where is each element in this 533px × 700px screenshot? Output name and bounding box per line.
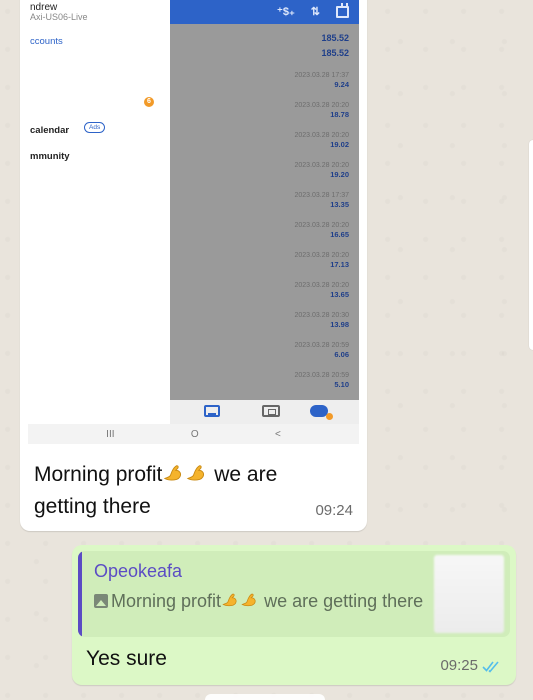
reply-text: Yes sure xyxy=(86,647,167,670)
trade-profit: 9.24 xyxy=(334,80,349,89)
scrollbar-edge xyxy=(529,140,533,350)
sort-icon: ⇅ xyxy=(310,5,320,18)
photo-icon xyxy=(94,594,108,608)
list-item: 2023.03.28 20:20 13.65 xyxy=(229,282,350,299)
list-item: 2023.03.28 20:20 18.78 xyxy=(229,102,350,119)
quote-text-part: we are getting there xyxy=(259,591,424,611)
message-timestamp: 09:25 xyxy=(440,657,478,674)
trade-date: 2023.03.28 17:37 xyxy=(294,72,350,79)
trade-date: 2023.03.28 20:20 xyxy=(294,222,350,229)
list-item: 2023.03.28 20:30 13.98 xyxy=(229,312,350,329)
chat-icon xyxy=(310,405,333,420)
list-item: 2023.03.28 20:59 5.10 xyxy=(229,372,350,389)
dollar-icon: ⁺$₊ xyxy=(277,5,295,18)
trade-profit: 13.65 xyxy=(330,290,349,299)
drawer-accounts-link: ccounts xyxy=(30,36,63,47)
quoted-message[interactable]: Opeokeafa Morning profit we are getting … xyxy=(78,551,510,637)
trade-date: 2023.03.28 20:20 xyxy=(294,132,350,139)
list-item: 2023.03.28 17:37 13.35 xyxy=(229,192,350,209)
app-side-drawer: ndrew Axi-US06-Live ccounts 6 calendar A… xyxy=(28,0,170,424)
list-item: 2023.03.28 20:20 17.13 xyxy=(229,252,350,269)
inbox-icon xyxy=(204,405,220,417)
trade-date: 2023.03.28 20:20 xyxy=(294,252,350,259)
trade-profit: 13.35 xyxy=(330,200,349,209)
list-item: 2023.03.28 20:20 19.20 xyxy=(229,162,350,179)
trade-date: 2023.03.28 20:20 xyxy=(294,162,350,169)
incoming-message-bubble[interactable]: ndrew Axi-US06-Live ccounts 6 calendar A… xyxy=(20,0,367,531)
trade-history-list: 185.52 185.52 2023.03.28 17:37 9.24 2023… xyxy=(170,24,359,400)
history-totals: 185.52 185.52 xyxy=(321,31,349,61)
total-value: 185.52 xyxy=(321,33,349,43)
outgoing-message-bubble[interactable]: Opeokeafa Morning profit we are getting … xyxy=(72,545,516,685)
quote-thumbnail xyxy=(434,555,504,633)
android-nav-bar: III O < xyxy=(28,424,359,444)
app-top-bar: ⁺$₊ ⇅ xyxy=(170,0,359,24)
quote-text: Morning profit we are getting there xyxy=(94,589,434,613)
app-bottom-nav xyxy=(170,400,359,424)
calendar-icon xyxy=(336,3,349,18)
list-item: 2023.03.28 20:59 6.06 xyxy=(229,342,350,359)
trade-date: 2023.03.28 20:20 xyxy=(294,282,350,289)
recents-icon: III xyxy=(106,428,115,440)
drawer-item-calendar: calendar xyxy=(30,125,70,136)
next-message-edge xyxy=(205,694,325,700)
trade-profit: 5.10 xyxy=(334,380,349,389)
trade-date: 2023.03.28 20:20 xyxy=(294,102,350,109)
flexed-biceps-icon xyxy=(221,591,239,609)
notification-badge: 6 xyxy=(144,97,154,107)
home-icon: O xyxy=(190,428,199,440)
trade-profit: 16.65 xyxy=(330,230,349,239)
list-item: 2023.03.28 20:20 19.02 xyxy=(229,132,350,149)
trade-profit: 19.20 xyxy=(330,170,349,179)
trade-profit: 18.78 xyxy=(330,110,349,119)
news-icon xyxy=(262,405,280,417)
message-meta: 09:25 xyxy=(440,657,502,674)
ads-chip: Ads xyxy=(84,122,106,133)
read-receipt-icon xyxy=(482,660,499,673)
message-timestamp: 09:24 xyxy=(315,502,353,519)
back-icon: < xyxy=(274,428,281,440)
trade-profit: 13.98 xyxy=(330,320,349,329)
screenshot-image[interactable]: ndrew Axi-US06-Live ccounts 6 calendar A… xyxy=(28,0,359,444)
message-caption: Morning profit we are getting there xyxy=(34,459,334,523)
flexed-biceps-icon xyxy=(240,591,258,609)
trade-date: 2023.03.28 20:59 xyxy=(294,342,350,349)
list-item: 2023.03.28 17:37 9.24 xyxy=(229,72,350,89)
list-item: 2023.03.28 20:20 16.65 xyxy=(229,222,350,239)
total-value: 185.52 xyxy=(321,48,349,58)
quote-author: Opeokeafa xyxy=(94,561,183,581)
flexed-biceps-icon xyxy=(162,462,184,484)
quote-text-part: Morning profit xyxy=(111,591,222,611)
drawer-account-name: Axi-US06-Live xyxy=(30,12,88,22)
flexed-biceps-icon xyxy=(185,462,207,484)
trade-profit: 17.13 xyxy=(330,260,349,269)
trade-date: 2023.03.28 17:37 xyxy=(294,192,350,199)
quote-accent-bar xyxy=(78,551,82,637)
trade-date: 2023.03.28 20:30 xyxy=(294,312,350,319)
trade-profit: 19.02 xyxy=(330,140,349,149)
trade-profit: 6.06 xyxy=(334,350,349,359)
trade-date: 2023.03.28 20:59 xyxy=(294,372,350,379)
caption-text: Morning profit xyxy=(34,463,163,486)
drawer-item-community: mmunity xyxy=(30,151,70,162)
